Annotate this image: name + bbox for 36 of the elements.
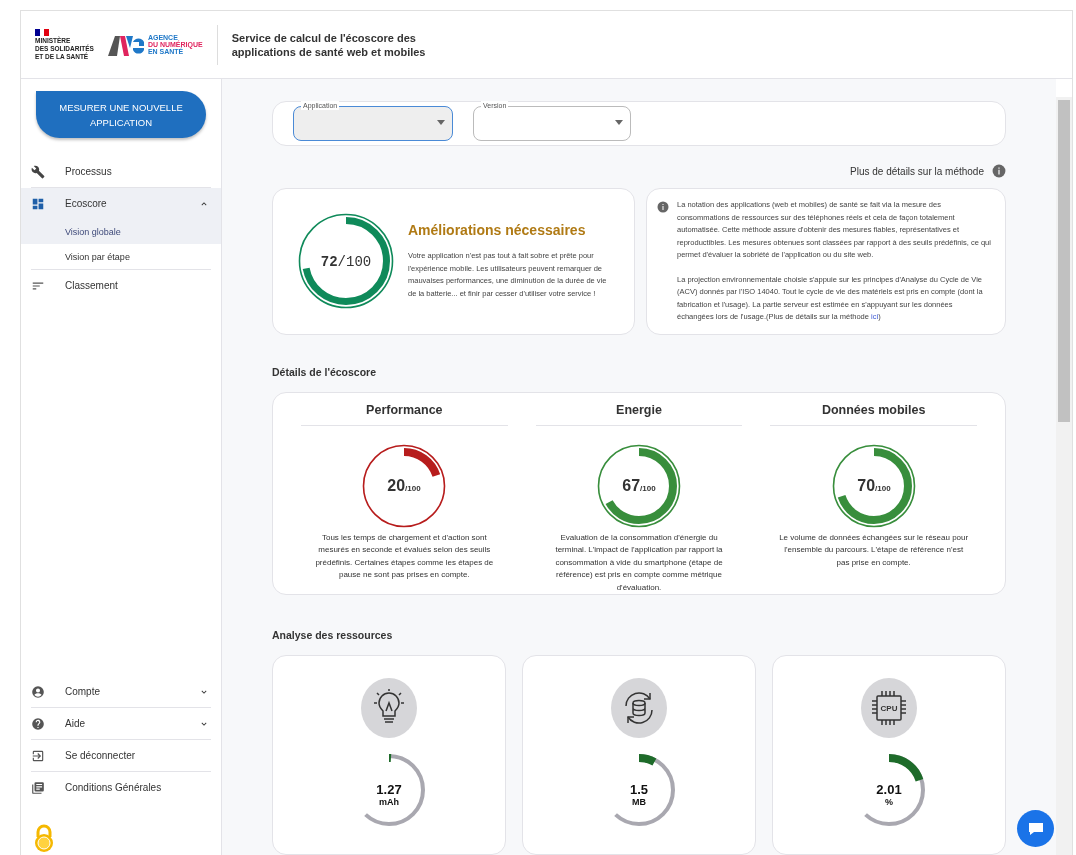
method-link-text[interactable]: Plus de détails sur la méthode: [850, 165, 984, 177]
help-icon: [31, 716, 45, 731]
metric-title: Energie: [535, 392, 743, 426]
sidebar-item[interactable]: Se déconnecter: [21, 740, 221, 771]
sidebar-item[interactable]: Classement: [21, 270, 221, 301]
metric-ring: 70/100: [831, 443, 916, 528]
sidebar-item[interactable]: Ecoscore: [21, 188, 221, 219]
section-heading: Détails de l'écoscore: [272, 365, 378, 378]
sidebar-item[interactable]: Compte: [21, 676, 221, 707]
section-heading: Analyse des ressources: [272, 629, 394, 641]
metric-ring: 67/100: [597, 443, 681, 528]
score-ring: 72/100: [298, 213, 394, 310]
sidebar-item[interactable]: Aide: [21, 708, 221, 739]
header-title: Service de calcul de l'écoscore des applications de santé web et mobiles: [231, 30, 427, 59]
new-measure-button[interactable]: MESURER UNE NOUVELLE APPLICATION: [36, 91, 206, 138]
chat-bubble-icon: [1027, 821, 1044, 836]
library-books-icon: [31, 780, 45, 795]
summary-title: Améliorations nécessaires: [408, 222, 587, 239]
caret-icon: [615, 120, 623, 125]
caret-icon: [437, 120, 445, 125]
sidebar-subitem[interactable]: Vision par étape: [21, 244, 221, 269]
account-icon: [31, 684, 45, 699]
info-icon: [657, 201, 669, 213]
sidebar-item[interactable]: Conditions Générales: [21, 772, 221, 803]
info-icon: [992, 164, 1006, 178]
dashboard-icon: [31, 196, 45, 211]
wrench-icon: [31, 164, 45, 179]
login-arrow-icon: [31, 748, 45, 763]
metric-description: Evaluation de la consommation d'énergie du terminal. L'impact de l'application par rapport la consommation à vide du smartphone (étape de référence) est pris en compte comme métrique d'évaluation.: [554, 531, 724, 594]
metric-description: Tous les temps de chargement et d'action sont mesurés en seconde et évalués selon des seuils prédéfinis. Certaines étapes comme les étapes de pause ne sont pas prises en compte.: [314, 531, 495, 581]
sidebar-item[interactable]: Processus: [21, 156, 221, 187]
metric-title: Données mobiles: [770, 392, 977, 426]
metric-ring: 20/100: [362, 443, 447, 528]
scrollbar[interactable]: [1056, 97, 1072, 855]
metric-description: Le volume de données échangées sur le réseau pour l'ensemble du parcours. L'étape de référence n'est pas prise en compte.: [778, 531, 969, 569]
metric-title: Performance: [301, 392, 508, 426]
